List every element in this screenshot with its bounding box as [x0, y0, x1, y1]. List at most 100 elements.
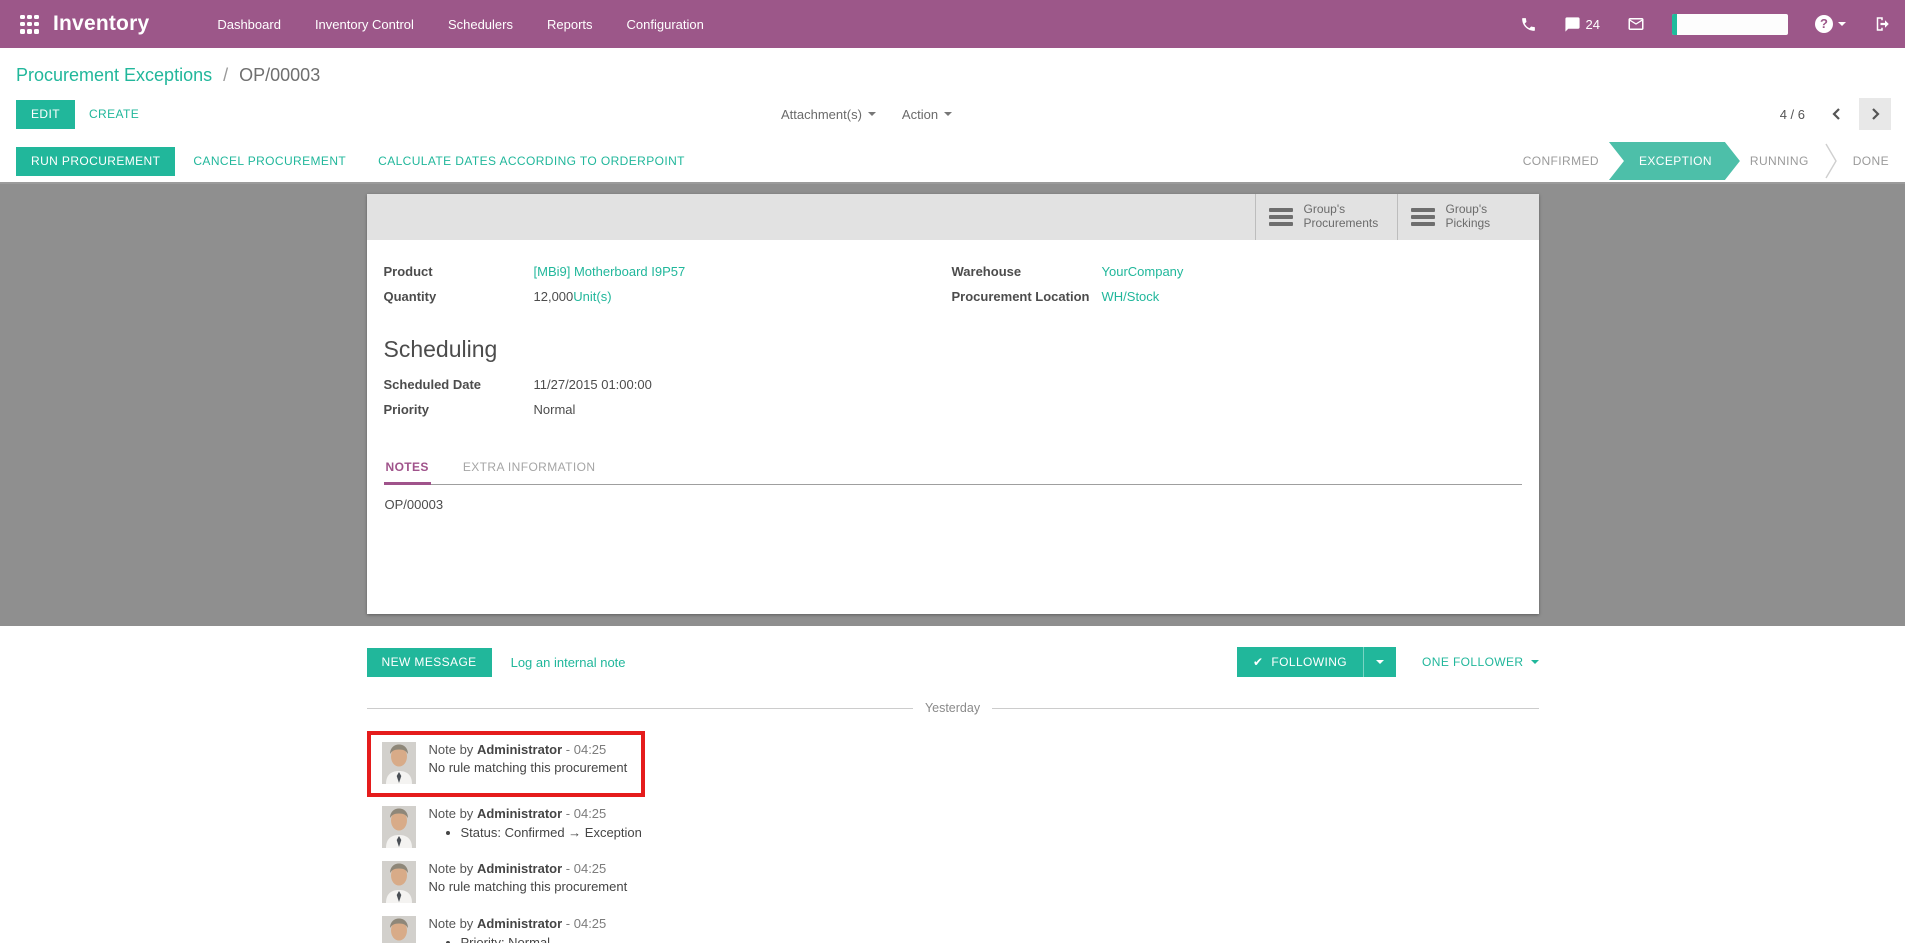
attachments-label: Attachment(s) [781, 107, 862, 122]
messages-icon[interactable]: 24 [1564, 16, 1600, 33]
create-button[interactable]: CREATE [75, 100, 153, 129]
form-sheet: Group's Procurements Group's Pickings Pr… [367, 194, 1539, 614]
chevron-down-icon [868, 112, 876, 116]
message-item: Note by Administrator - 04:25 Priority: … [382, 916, 1539, 943]
apps-grid-icon[interactable] [20, 15, 39, 34]
groups-procurements-button[interactable]: Group's Procurements [1255, 194, 1397, 240]
followers-dropdown[interactable]: ONE FOLLOWER [1422, 655, 1538, 669]
breadcrumb-parent[interactable]: Procurement Exceptions [16, 65, 212, 85]
mail-icon[interactable] [1627, 15, 1645, 33]
warehouse-label: Warehouse [952, 264, 1102, 279]
menu-reports[interactable]: Reports [547, 17, 593, 32]
message-time: - 04:25 [566, 742, 606, 757]
app-title: Inventory [53, 12, 149, 36]
breadcrumb-current: OP/00003 [239, 65, 320, 85]
message-time: - 04:25 [566, 806, 606, 821]
uom-value-link[interactable]: Unit(s) [573, 289, 611, 304]
message-prefix: Note by [429, 742, 474, 757]
chevron-right-icon [1825, 143, 1837, 179]
message-item: Note by Administrator - 04:25 Status: Co… [382, 806, 1539, 848]
breadcrumb: Procurement Exceptions / OP/00003 [0, 48, 1905, 90]
stat-button-label: Group's [1446, 202, 1488, 216]
field-product: Product [MBi9] Motherboard I9P57 [384, 264, 952, 279]
quantity-label: Quantity [384, 289, 534, 304]
message-tracking-value: Priority: Normal [461, 935, 680, 943]
pager-next-button[interactable] [1859, 98, 1891, 130]
control-panel: Procurement Exceptions / OP/00003 EDIT C… [0, 48, 1905, 184]
quantity-value: 12,000 [534, 289, 574, 304]
stat-button-label: Group's [1304, 202, 1346, 216]
chevron-down-icon [1838, 22, 1846, 26]
date-divider: Yesterday [367, 701, 1539, 715]
stat-button-label: Procurements [1304, 216, 1379, 230]
new-message-button[interactable]: NEW MESSAGE [367, 648, 492, 677]
priority-value: Normal [534, 402, 576, 417]
menu-dashboard[interactable]: Dashboard [217, 17, 281, 32]
notebook-tabs: NOTES EXTRA INFORMATION [384, 451, 1522, 485]
menu-inventory-control[interactable]: Inventory Control [315, 17, 414, 32]
state-running[interactable]: RUNNING [1734, 142, 1825, 180]
toolbar: EDIT CREATE Attachment(s) Action 4 / 6 [0, 90, 1905, 140]
log-internal-note-link[interactable]: Log an internal note [511, 655, 626, 670]
priority-label: Priority [384, 402, 534, 417]
avatar[interactable] [382, 806, 416, 848]
field-quantity: Quantity 12,000Unit(s) [384, 289, 952, 304]
warehouse-value-link[interactable]: YourCompany [1102, 264, 1184, 279]
message-tracking-value: Status: Confirmed → Exception [461, 825, 642, 840]
list-icon [1411, 208, 1435, 226]
scheduling-section-title: Scheduling [384, 336, 1522, 363]
procurement-location-value-link[interactable]: WH/Stock [1102, 289, 1160, 304]
logout-icon[interactable] [1873, 15, 1891, 33]
state-exception[interactable]: EXCEPTION [1609, 142, 1740, 180]
message-author[interactable]: Administrator [477, 806, 562, 821]
calculate-dates-button[interactable]: CALCULATE DATES ACCORDING TO ORDERPOINT [364, 147, 699, 176]
cancel-procurement-button[interactable]: CANCEL PROCUREMENT [179, 147, 360, 176]
edit-button[interactable]: EDIT [16, 100, 75, 129]
help-menu[interactable]: ? [1815, 15, 1846, 33]
message-time: - 04:25 [566, 916, 606, 931]
tab-extra-information[interactable]: EXTRA INFORMATION [461, 451, 598, 484]
message-body: No rule matching this procurement [429, 879, 628, 894]
avatar[interactable] [382, 742, 416, 784]
statusbar: RUN PROCUREMENT CANCEL PROCUREMENT CALCU… [0, 140, 1905, 184]
tab-notes[interactable]: NOTES [384, 451, 431, 485]
stat-button-label: Pickings [1446, 216, 1491, 230]
message-prefix: Note by [429, 916, 474, 931]
phone-icon[interactable] [1520, 16, 1537, 33]
avatar[interactable] [382, 861, 416, 903]
help-icon: ? [1815, 15, 1833, 33]
action-label: Action [902, 107, 938, 122]
message-author[interactable]: Administrator [477, 916, 562, 931]
attachments-dropdown[interactable]: Attachment(s) [781, 107, 876, 122]
field-scheduled-date: Scheduled Date 11/27/2015 01:00:00 [384, 377, 1522, 392]
message-item: Note by Administrator - 04:25 No rule ma… [382, 742, 628, 784]
field-procurement-location: Procurement Location WH/Stock [952, 289, 1522, 304]
scheduled-date-label: Scheduled Date [384, 377, 534, 392]
user-menu[interactable] [1672, 14, 1788, 35]
run-procurement-button[interactable]: RUN PROCUREMENT [16, 147, 175, 176]
notes-content: OP/00003 [384, 485, 1522, 512]
pager-previous-button[interactable] [1821, 98, 1853, 130]
form-view-background: Group's Procurements Group's Pickings Pr… [0, 184, 1905, 626]
scheduled-date-value: 11/27/2015 01:00:00 [534, 377, 652, 392]
main-menu: Dashboard Inventory Control Schedulers R… [217, 17, 704, 32]
menu-schedulers[interactable]: Schedulers [448, 17, 513, 32]
state-done[interactable]: DONE [1837, 142, 1905, 180]
following-label: FOLLOWING [1271, 655, 1347, 669]
pager: 4 / 6 [1780, 98, 1891, 130]
groups-pickings-button[interactable]: Group's Pickings [1397, 194, 1539, 240]
chatter: NEW MESSAGE Log an internal note FOLLOWI… [0, 626, 1905, 943]
menu-configuration[interactable]: Configuration [627, 17, 704, 32]
button-box: Group's Procurements Group's Pickings [367, 194, 1539, 240]
pager-value: 4 / 6 [1780, 107, 1805, 122]
chevron-down-icon [944, 112, 952, 116]
avatar[interactable] [382, 916, 416, 943]
action-dropdown[interactable]: Action [902, 107, 952, 122]
product-value-link[interactable]: [MBi9] Motherboard I9P57 [534, 264, 686, 279]
message-author[interactable]: Administrator [477, 861, 562, 876]
message-author[interactable]: Administrator [477, 742, 562, 757]
state-confirmed[interactable]: CONFIRMED [1507, 142, 1615, 180]
following-button[interactable]: FOLLOWING [1237, 647, 1396, 677]
following-dropdown-toggle[interactable] [1363, 647, 1396, 677]
message-prefix: Note by [429, 806, 474, 821]
